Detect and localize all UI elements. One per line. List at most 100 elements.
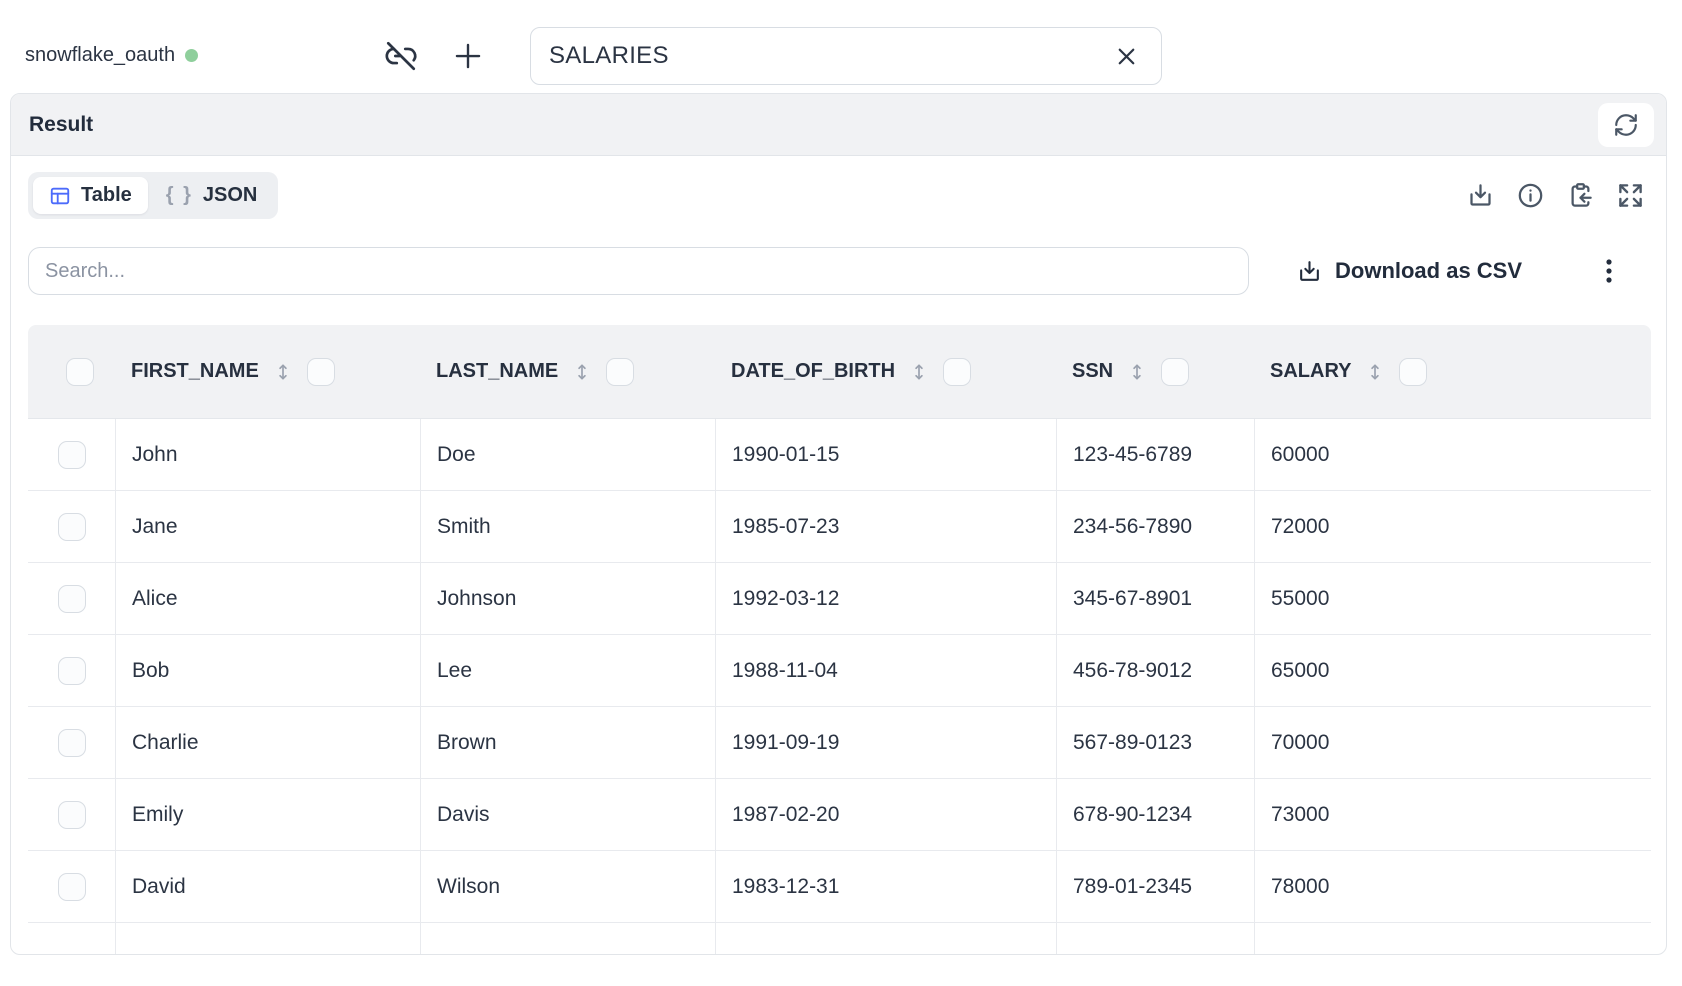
download-icon: [1467, 182, 1494, 209]
view-tab-group: Table { } JSON: [28, 172, 278, 219]
result-info-button[interactable]: [1517, 182, 1544, 209]
result-panel-header: Result: [11, 94, 1666, 156]
cell-first-name: Alice: [115, 563, 420, 634]
cell-salary: 73000: [1254, 779, 1651, 850]
cell-last-name: Brown: [420, 707, 715, 778]
row-checkbox[interactable]: [58, 585, 86, 613]
info-icon: [1517, 182, 1544, 209]
cell-salary: 55000: [1254, 563, 1651, 634]
cell-ssn: 567-89-0123: [1056, 707, 1254, 778]
table-row: John Doe 1990-01-15 123-45-6789 60000: [28, 419, 1651, 491]
table-row: Emily Davis 1987-02-20 678-90-1234 73000: [28, 779, 1651, 851]
column-checkbox[interactable]: [1161, 358, 1189, 386]
result-action-icons: [1467, 182, 1644, 209]
connection-indicator[interactable]: snowflake_oauth: [25, 44, 198, 67]
sort-icon[interactable]: [909, 362, 929, 382]
table-row: David Wilson 1983-12-31 789-01-2345 7800…: [28, 851, 1651, 923]
cell-salary: 72000: [1254, 491, 1651, 562]
panel-title: Result: [29, 113, 93, 137]
cell-first-name: Bob: [115, 635, 420, 706]
curly-braces-icon: { }: [166, 184, 193, 207]
view-toolbar: Table { } JSON: [28, 172, 1649, 219]
kebab-menu-icon: [1597, 255, 1621, 287]
row-checkbox-cell: [28, 923, 115, 955]
sort-icon[interactable]: [273, 362, 293, 382]
copy-result-button[interactable]: [1567, 182, 1594, 209]
row-checkbox-cell: [28, 851, 115, 922]
table-toolbar: Download as CSV: [28, 247, 1649, 295]
header-checkbox-cell: [28, 325, 115, 418]
column-checkbox[interactable]: [307, 358, 335, 386]
cell-first-name: John: [115, 419, 420, 490]
row-checkbox[interactable]: [58, 657, 86, 685]
sort-icon[interactable]: [572, 362, 592, 382]
result-panel: Result: [10, 93, 1667, 955]
link-off-icon: [384, 39, 418, 73]
table-more-menu-button[interactable]: [1597, 255, 1621, 287]
row-checkbox[interactable]: [58, 729, 86, 757]
cell-date-of-birth: 1987-02-20: [715, 779, 1056, 850]
cell-date-of-birth: 1983-12-31: [715, 851, 1056, 922]
connection-name: snowflake_oauth: [25, 44, 175, 67]
row-checkbox[interactable]: [58, 513, 86, 541]
column-header-salary: SALARY: [1254, 325, 1651, 418]
cell-ssn: 234-56-7890: [1056, 491, 1254, 562]
select-all-checkbox[interactable]: [66, 358, 94, 386]
cell-date-of-birth: 1991-09-19: [715, 707, 1056, 778]
disconnect-button[interactable]: [383, 38, 419, 74]
add-query-button[interactable]: [448, 36, 488, 76]
row-checkbox-cell: [28, 563, 115, 634]
tab-table[interactable]: Table: [33, 177, 148, 214]
refresh-button[interactable]: [1598, 103, 1654, 147]
search-input[interactable]: [28, 247, 1249, 295]
app-window: { "topbar": { "connection_name": "snowfl…: [0, 0, 1682, 986]
x-icon: [1113, 43, 1140, 70]
table-name-input[interactable]: [530, 27, 1162, 85]
cell-ssn: 678-90-1234: [1056, 779, 1254, 850]
expand-result-button[interactable]: [1617, 182, 1644, 209]
cell-last-name: [420, 923, 715, 955]
cell-salary: 70000: [1254, 707, 1651, 778]
column-header-ssn: SSN: [1056, 325, 1254, 418]
sort-icon[interactable]: [1127, 362, 1147, 382]
cell-salary: 60000: [1254, 419, 1651, 490]
cell-last-name: Johnson: [420, 563, 715, 634]
top-bar: snowflake_oauth: [0, 0, 1682, 93]
row-checkbox-cell: [28, 491, 115, 562]
cell-date-of-birth: 1985-07-23: [715, 491, 1056, 562]
cell-salary: 78000: [1254, 851, 1651, 922]
row-checkbox[interactable]: [58, 801, 86, 829]
table-header-row: FIRST_NAME LAST_NAME DAT: [28, 325, 1651, 419]
connection-status-dot: [185, 49, 198, 62]
row-checkbox[interactable]: [58, 441, 86, 469]
download-result-button[interactable]: [1467, 182, 1494, 209]
table-row: Bob Lee 1988-11-04 456-78-9012 65000: [28, 635, 1651, 707]
cell-last-name: Lee: [420, 635, 715, 706]
expand-icon: [1617, 182, 1644, 209]
tab-json[interactable]: { } JSON: [150, 177, 274, 214]
sort-icon[interactable]: [1365, 362, 1385, 382]
cell-first-name: David: [115, 851, 420, 922]
cell-ssn: 456-78-9012: [1056, 635, 1254, 706]
row-checkbox[interactable]: [58, 873, 86, 901]
cell-first-name: Emily: [115, 779, 420, 850]
column-checkbox[interactable]: [943, 358, 971, 386]
download-icon: [1297, 259, 1322, 284]
cell-salary: 65000: [1254, 635, 1651, 706]
cell-last-name: Wilson: [420, 851, 715, 922]
clear-table-name-button[interactable]: [1112, 42, 1140, 70]
cell-ssn: [1056, 923, 1254, 955]
column-checkbox[interactable]: [606, 358, 634, 386]
table-row: [28, 923, 1651, 955]
cell-first-name: [115, 923, 420, 955]
download-csv-label: Download as CSV: [1335, 258, 1522, 284]
column-header-last-name: LAST_NAME: [420, 325, 715, 418]
download-csv-button[interactable]: Download as CSV: [1297, 258, 1522, 284]
plus-icon: [449, 37, 487, 75]
cell-first-name: Jane: [115, 491, 420, 562]
column-checkbox[interactable]: [1399, 358, 1427, 386]
table-name-field-wrap: [530, 27, 1162, 85]
cell-last-name: Davis: [420, 779, 715, 850]
result-table: FIRST_NAME LAST_NAME DAT: [28, 325, 1651, 955]
cell-ssn: 123-45-6789: [1056, 419, 1254, 490]
